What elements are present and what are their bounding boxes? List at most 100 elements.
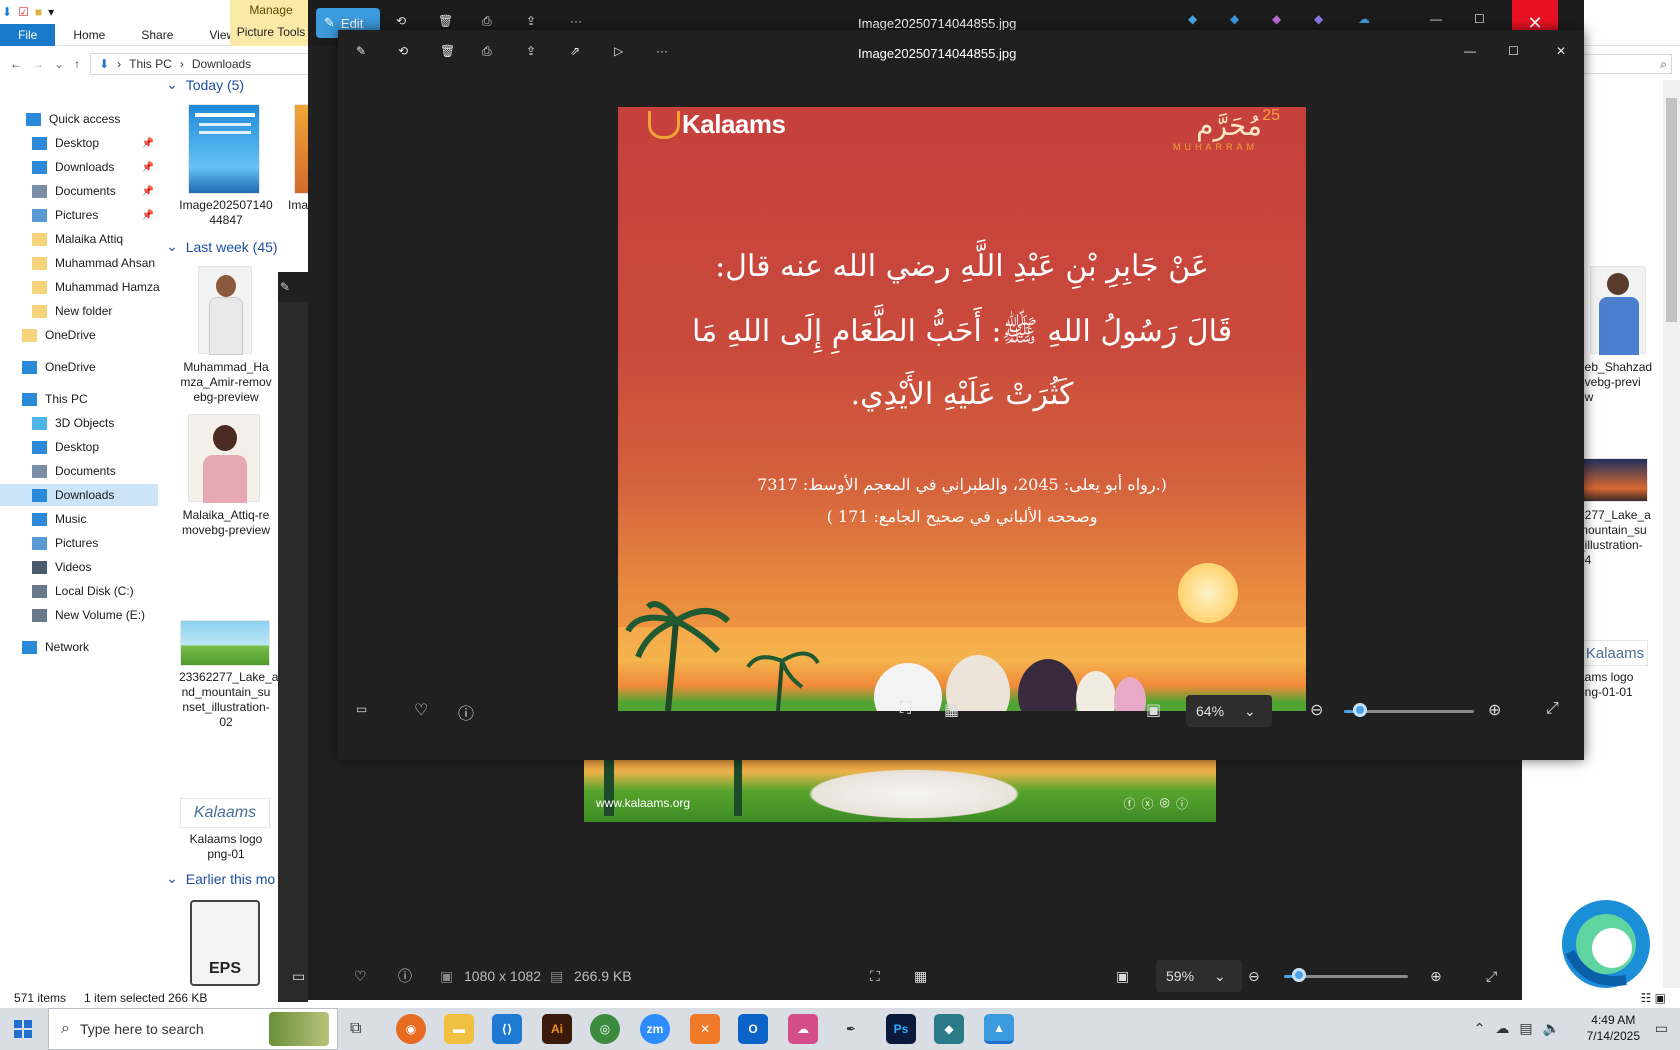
close-icon[interactable]: ✕ xyxy=(1556,44,1566,58)
sidebar-item[interactable]: This PC xyxy=(0,388,158,410)
notification-icon[interactable]: ▭ xyxy=(1655,1020,1668,1037)
paint-icon[interactable]: ◆ xyxy=(1272,12,1281,26)
text-extract-icon[interactable]: ▦ xyxy=(944,700,959,720)
tab-file[interactable]: File xyxy=(0,24,56,46)
sidebar-item[interactable]: 3D Objects xyxy=(0,412,158,434)
sidebar-item[interactable]: Network xyxy=(0,636,158,658)
view-toggle-icon[interactable]: ☷ ▣ xyxy=(1641,991,1666,1005)
minimize-icon[interactable]: — xyxy=(1430,12,1442,26)
down-arrow-icon[interactable]: ⬇ xyxy=(2,5,12,19)
landscape-thumbnail[interactable] xyxy=(1582,458,1648,502)
edit-image-icon[interactable]: ✎ xyxy=(356,44,366,58)
firefox-icon[interactable]: ◉ xyxy=(396,1014,426,1044)
eps-file-icon[interactable]: EPS xyxy=(190,900,260,986)
network-tray-icon[interactable]: ▤ xyxy=(1519,1020,1532,1037)
file-thumbnail[interactable] xyxy=(188,104,260,194)
sidebar-item[interactable]: Desktop xyxy=(0,436,158,458)
taskbar-search[interactable]: ⌕ Type here to search xyxy=(48,1008,338,1050)
zoom-out-icon[interactable]: ⊖ xyxy=(1310,700,1323,720)
photoshop-icon[interactable]: Ps xyxy=(886,1014,916,1044)
up-icon[interactable]: ↑ xyxy=(74,57,80,71)
minimize-icon[interactable]: — xyxy=(1464,44,1476,58)
sidebar-item[interactable]: Malaika Attiq xyxy=(0,228,158,250)
vertical-scrollbar[interactable] xyxy=(1663,80,1680,988)
creative-cloud-icon[interactable]: ☁ xyxy=(788,1014,818,1044)
fullscreen-icon[interactable]: ⤢ xyxy=(1486,968,1497,985)
delete-icon[interactable]: 🗑 xyxy=(438,14,453,28)
photos-app-icon[interactable]: ▲ xyxy=(984,1014,1014,1044)
onedrive-tray-icon[interactable]: ☁ xyxy=(1495,1020,1509,1037)
recent-icon[interactable]: ⌄ xyxy=(54,57,64,71)
zoom-in-icon[interactable]: ⊕ xyxy=(1488,700,1501,720)
rotate-icon[interactable]: ⟲ xyxy=(396,14,406,28)
share-export-icon[interactable]: ⇗ xyxy=(570,44,580,58)
chrome-icon[interactable]: ◎ xyxy=(590,1014,620,1044)
heart-icon[interactable]: ♡ xyxy=(354,968,367,985)
delete-icon[interactable]: 🗑 xyxy=(440,44,455,58)
zoom-dropdown[interactable]: 64% ⌄ xyxy=(1186,695,1272,727)
search-box[interactable]: ⌕ xyxy=(1582,54,1672,74)
sidebar-item[interactable]: Documents 📌 xyxy=(0,180,158,202)
sidebar-item[interactable]: New folder xyxy=(0,300,158,322)
heart-icon[interactable]: ♡ xyxy=(414,700,428,720)
maximize-icon[interactable]: ☐ xyxy=(1508,44,1519,58)
info-icon[interactable]: ⓘ xyxy=(458,700,474,724)
sidebar-item[interactable]: Pictures 📌 xyxy=(0,204,158,226)
sidebar-item[interactable]: Music xyxy=(0,508,158,530)
zoom-slider-back[interactable] xyxy=(1284,952,1408,1000)
slideshow-icon[interactable]: ▷ xyxy=(614,44,623,58)
sidebar-item[interactable]: New Volume (E:) xyxy=(0,604,158,626)
volume-icon[interactable]: 🔈 xyxy=(1543,1020,1560,1037)
sidebar-item[interactable]: Desktop 📌 xyxy=(0,132,158,154)
tab-share[interactable]: Share xyxy=(123,24,191,46)
logo-thumbnail[interactable]: Kalaams xyxy=(1582,640,1648,666)
sidebar-item[interactable]: OneDrive xyxy=(0,324,158,346)
sidebar-item[interactable]: Downloads 📌 xyxy=(0,156,158,178)
fullscreen-icon[interactable]: ⤢ xyxy=(1546,700,1559,718)
copilot-icon[interactable]: ◆ xyxy=(1188,12,1197,26)
landscape-thumbnail[interactable] xyxy=(180,620,270,666)
illustrator-icon[interactable]: Ai xyxy=(542,1014,572,1044)
properties-icon[interactable]: ☑ xyxy=(18,5,29,19)
sidebar-item[interactable]: Downloads xyxy=(0,484,158,506)
start-button[interactable] xyxy=(14,1020,32,1038)
clipchamp-icon[interactable]: ◆ xyxy=(1314,12,1323,26)
maximize-icon[interactable]: ☐ xyxy=(1474,12,1485,26)
share-icon[interactable]: ⇪ xyxy=(526,14,536,28)
designer-icon[interactable]: ◆ xyxy=(1230,12,1239,26)
text-extract-icon[interactable]: ▦ xyxy=(914,968,927,985)
task-view-icon[interactable]: ⧉ xyxy=(350,1020,361,1038)
zoom-app-icon[interactable]: zm xyxy=(640,1014,670,1044)
rotate-icon[interactable]: ⟲ xyxy=(398,44,408,58)
new-folder-icon[interactable]: ■ xyxy=(35,5,42,19)
group-earlier[interactable]: ⌄ Earlier this mo xyxy=(166,870,275,887)
filmstrip-icon[interactable]: ▭ xyxy=(292,968,305,985)
breadcrumb-this-pc[interactable]: This PC xyxy=(129,57,172,71)
sidebar-item[interactable]: Muhammad Hamza xyxy=(0,276,160,298)
person-thumbnail[interactable] xyxy=(1590,266,1646,355)
outlook-icon[interactable]: O xyxy=(738,1014,768,1044)
crop-icon[interactable]: ⛶ xyxy=(900,700,911,718)
app-icon[interactable]: ◆ xyxy=(934,1014,964,1044)
customize-toolbar-icon[interactable]: ▾ xyxy=(48,5,54,19)
more-icon[interactable]: ··· xyxy=(570,14,582,28)
actual-size-icon[interactable]: ▣ xyxy=(1116,968,1129,985)
print-icon[interactable]: ⎙ xyxy=(482,14,492,29)
onedrive-icon[interactable]: ☁ xyxy=(1358,12,1370,26)
sidebar-item[interactable]: Videos xyxy=(0,556,158,578)
pen-tool-icon[interactable]: ✒ xyxy=(836,1014,866,1044)
sidebar-item[interactable]: Quick access xyxy=(0,108,158,130)
print-icon[interactable]: ⎙ xyxy=(482,44,492,59)
logo-thumbnail[interactable]: Kalaams xyxy=(180,798,270,828)
breadcrumb-downloads[interactable]: Downloads xyxy=(192,57,251,71)
person-thumbnail[interactable] xyxy=(188,414,260,503)
sidebar-item[interactable]: Local Disk (C:) xyxy=(0,580,158,602)
sidebar-item[interactable]: Documents xyxy=(0,460,158,482)
more-icon[interactable]: ··· xyxy=(656,44,668,58)
sidebar-item[interactable]: OneDrive xyxy=(0,356,158,378)
file-explorer-icon[interactable]: ▬ xyxy=(444,1014,474,1044)
sidebar-item[interactable]: Pictures xyxy=(0,532,158,554)
chevron-up-icon[interactable]: ⌃ xyxy=(1474,1020,1486,1037)
zoom-in-icon[interactable]: ⊕ xyxy=(1430,968,1442,985)
back-icon[interactable]: ← xyxy=(10,57,22,71)
